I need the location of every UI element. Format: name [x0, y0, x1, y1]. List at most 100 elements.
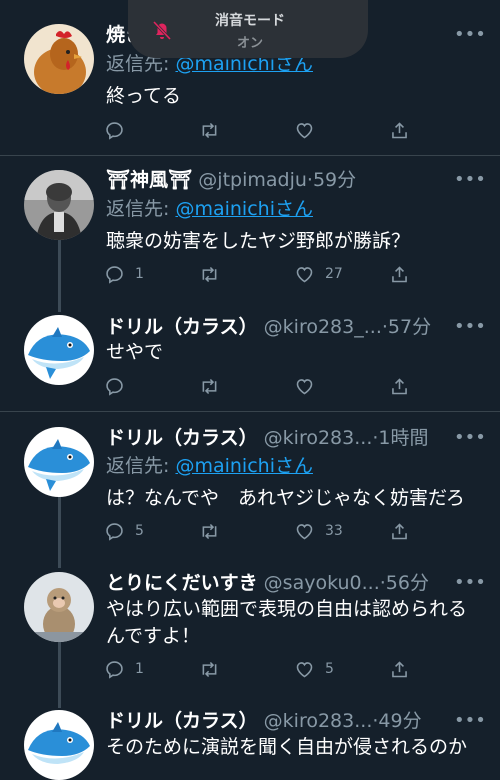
user-handle[interactable]: @sayoku0... — [264, 572, 380, 594]
tweet-time[interactable]: ·59分 — [307, 169, 356, 191]
tweet-header: とりにくだいすき @sayoku0...·56分 — [106, 568, 440, 598]
more-options-icon[interactable]: ••• — [454, 24, 486, 46]
tweet-actions — [104, 374, 424, 398]
share-button[interactable] — [389, 118, 410, 142]
like-button[interactable] — [294, 374, 325, 398]
tweet-actions: 1 5 — [104, 657, 424, 681]
bell-slash-icon — [152, 20, 172, 41]
tweet-text: せやで — [106, 341, 164, 363]
reply-icon — [106, 265, 123, 284]
share-icon — [392, 660, 407, 677]
reply-icon — [106, 660, 123, 679]
avatar[interactable] — [24, 427, 94, 497]
user-handle[interactable]: @kiro283... — [264, 710, 373, 732]
share-button[interactable] — [389, 519, 410, 543]
tweet-time[interactable]: ·56分 — [380, 572, 429, 594]
like-button[interactable] — [294, 118, 325, 142]
more-options-icon[interactable]: ••• — [454, 427, 486, 449]
tweet-text: 聴衆の妨害をしたヤジ野郎が勝訴？ — [106, 230, 411, 252]
share-button[interactable] — [389, 374, 410, 398]
more-options-icon[interactable]: ••• — [454, 316, 486, 338]
display-name[interactable]: とりにくだいすき — [106, 572, 258, 594]
retweet-icon — [202, 266, 217, 282]
more-options-icon[interactable]: ••• — [454, 572, 486, 594]
tweet-header: ドリル（カラス） @kiro283...·49分 — [106, 706, 440, 736]
heart-icon — [296, 266, 313, 282]
share-button[interactable] — [389, 262, 410, 286]
reply-button[interactable]: 1 — [104, 262, 144, 286]
user-handle[interactable]: @kiro283... — [264, 427, 373, 449]
display-name[interactable]: ドリル（カラス） — [106, 316, 258, 338]
tweet[interactable]: ドリル（カラス） @kiro283_...·57分 ••• せやで — [0, 312, 500, 407]
heart-icon — [296, 661, 313, 677]
like-button[interactable]: 5 — [294, 657, 334, 681]
more-options-icon[interactable]: ••• — [454, 169, 486, 191]
heart-icon — [296, 122, 313, 138]
share-icon — [392, 265, 407, 282]
avatar[interactable] — [24, 24, 94, 94]
more-options-icon[interactable]: ••• — [454, 710, 486, 732]
like-button[interactable]: 27 — [294, 262, 343, 286]
reply-button[interactable]: 5 — [104, 519, 144, 543]
retweet-button[interactable] — [199, 374, 220, 398]
tweet-time[interactable]: ·49分 — [372, 710, 421, 732]
tweet-text: 終ってる — [106, 85, 182, 107]
share-button[interactable] — [389, 657, 410, 681]
like-count: 5 — [325, 661, 334, 677]
tweet-header: ドリル（カラス） @kiro283...·1時間 — [106, 423, 440, 453]
reply-icon — [106, 121, 123, 140]
reply-button[interactable] — [104, 374, 135, 398]
silent-mode-banner: 消音モード オン — [128, 0, 368, 58]
retweet-icon — [202, 122, 217, 138]
tweet-time[interactable]: ·1時間 — [372, 427, 428, 449]
reply-count: 1 — [135, 266, 144, 282]
retweet-button[interactable] — [199, 657, 220, 681]
display-name[interactable]: ドリル（カラス） — [106, 710, 258, 732]
reply-to: 返信先: @mainichiさん — [106, 195, 313, 223]
user-handle[interactable]: @kiro283_... — [264, 316, 382, 338]
heart-icon — [296, 378, 313, 394]
reply-count: 1 — [135, 661, 144, 677]
tweet-actions: 5 33 — [104, 519, 424, 543]
retweet-icon — [202, 523, 217, 539]
avatar[interactable] — [24, 572, 94, 642]
retweet-button[interactable] — [199, 118, 220, 142]
retweet-icon — [202, 378, 217, 394]
share-icon — [392, 377, 407, 394]
tweet-actions — [104, 118, 424, 142]
share-icon — [392, 522, 407, 539]
like-count: 33 — [325, 523, 343, 539]
mention-link[interactable]: @mainichiさん — [175, 198, 313, 220]
display-name[interactable]: ドリル（カラス） — [106, 427, 258, 449]
reply-button[interactable]: 1 — [104, 657, 144, 681]
tweet[interactable]: とりにくだいすき @sayoku0...·56分 ••• やはり広い範囲で表現の… — [0, 568, 500, 688]
reply-icon — [106, 377, 123, 396]
banner-title: 消音モード — [215, 13, 285, 29]
user-handle[interactable]: @jtpimadju — [198, 169, 307, 191]
avatar[interactable] — [24, 170, 94, 240]
tweet-text-line: やはり広い範囲で表現の自由は認められる — [106, 598, 468, 620]
avatar[interactable] — [24, 315, 94, 385]
tweet[interactable]: ドリル（カラス） @kiro283...·1時間 ••• 返信先: @maini… — [0, 423, 500, 558]
reply-prefix: 返信先: — [106, 198, 176, 220]
avatar[interactable] — [24, 710, 94, 780]
reply-count: 5 — [135, 523, 144, 539]
display-name[interactable]: ⛩神風⛩ — [106, 169, 192, 191]
tweet[interactable]: ⛩神風⛩ @jtpimadju·59分 ••• 返信先: @mainichiさん… — [0, 165, 500, 300]
tweet-text-line: んですよ！ — [106, 625, 201, 647]
banner-subtitle: オン — [236, 36, 263, 51]
tweet-time[interactable]: ·57分 — [382, 316, 431, 338]
reply-icon — [106, 522, 123, 541]
tweet[interactable]: ドリル（カラス） @kiro283...·49分 ••• そのために演説を聞く自… — [0, 706, 500, 780]
mention-link[interactable]: @mainichiさん — [175, 455, 313, 477]
reply-button[interactable] — [104, 118, 135, 142]
like-count: 27 — [325, 266, 343, 282]
tweet-actions: 1 27 — [104, 262, 424, 286]
tweet-text: は？なんでや あれヤジじゃなく妨害だろ — [106, 487, 465, 509]
retweet-button[interactable] — [199, 262, 220, 286]
divider — [0, 411, 500, 412]
retweet-icon — [202, 661, 217, 677]
retweet-button[interactable] — [199, 519, 220, 543]
like-button[interactable]: 33 — [294, 519, 343, 543]
reply-to: 返信先: @mainichiさん — [106, 452, 313, 480]
